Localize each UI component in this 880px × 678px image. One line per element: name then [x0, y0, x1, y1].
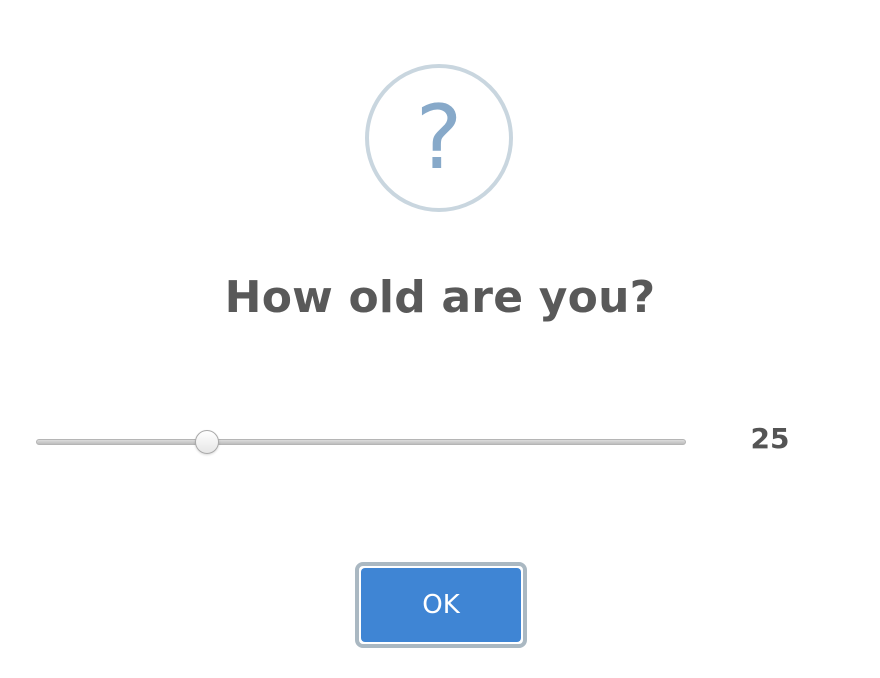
- dialog: ? How old are you? 25 OK: [0, 0, 880, 678]
- question-mark-glyph: ?: [415, 86, 463, 189]
- ok-button-focus-ring: OK: [355, 562, 527, 648]
- slider-track[interactable]: [36, 439, 686, 445]
- dialog-title: How old are you?: [224, 272, 656, 323]
- age-slider[interactable]: [36, 425, 686, 459]
- slider-thumb[interactable]: [194, 430, 219, 454]
- ok-button[interactable]: OK: [361, 568, 521, 642]
- slider-value: 25: [750, 422, 790, 455]
- question-icon: ?: [365, 64, 513, 212]
